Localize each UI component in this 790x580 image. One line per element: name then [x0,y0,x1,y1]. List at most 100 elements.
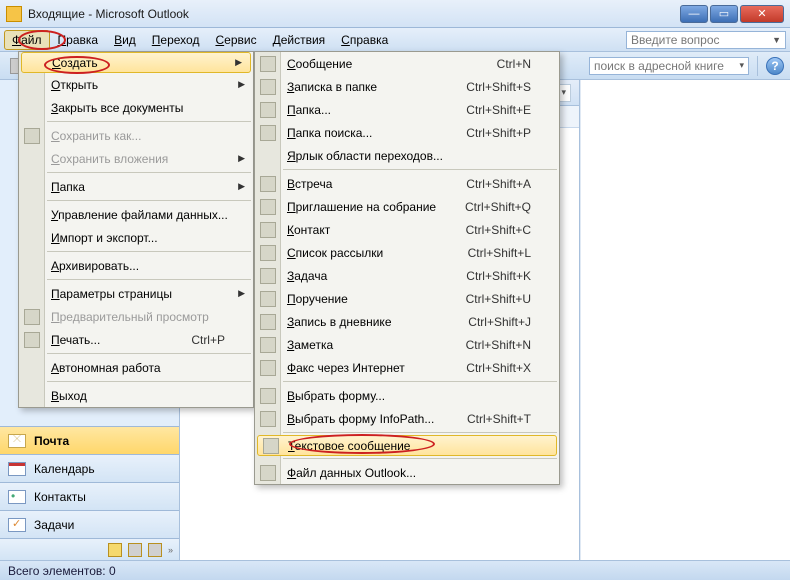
maximize-button[interactable]: ▭ [710,5,738,23]
file-menu-item-10[interactable]: Импорт и экспорт... [19,226,253,249]
menu-separator [47,381,251,382]
menu-item-label: Управление файлами данных... [51,208,228,222]
shortcuts-icon[interactable] [148,543,162,557]
menu-item-shortcut: Ctrl+Shift+C [446,223,531,237]
create-menu-item-17[interactable]: Выбрать форму InfoPath...Ctrl+Shift+T [255,407,559,430]
create-menu-item-4[interactable]: Ярлык области переходов... [255,144,559,167]
nav-calendar[interactable]: Календарь [0,454,179,482]
menu-item-label: Выход [51,389,87,403]
statusbar: Всего элементов: 0 [0,560,790,580]
create-menu-item-21[interactable]: Файл данных Outlook... [255,461,559,484]
menu-item-icon [24,332,40,348]
file-menu-item-0[interactable]: Создать▶ [21,52,251,73]
create-menu-item-19[interactable]: Текстовое сообщение [257,435,557,456]
minimize-button[interactable]: — [680,5,708,23]
file-menu-item-12[interactable]: Архивировать... [19,254,253,277]
menu-item-label: Папка... [287,103,331,117]
menu-item-shortcut: Ctrl+Shift+U [446,292,531,306]
file-menu-item-2[interactable]: Закрыть все документы [19,96,253,119]
submenu-arrow-icon: ▶ [235,57,242,68]
help-button[interactable]: ? [766,57,784,75]
submenu-arrow-icon: ▶ [238,79,245,90]
chevron-icon[interactable]: » [168,545,173,555]
menu-item-label: Заметка [287,338,333,352]
menu-item-label: Папка [51,180,85,194]
create-menu-item-9[interactable]: Список рассылкиCtrl+Shift+L [255,241,559,264]
menu-item-label: Запись в дневнике [287,315,392,329]
menu-справка[interactable]: Справка [333,30,396,50]
menu-item-icon [24,128,40,144]
menu-item-label: Печать... [51,333,100,347]
create-menu-item-16[interactable]: Выбрать форму... [255,384,559,407]
menu-item-icon [260,291,276,307]
notes-icon[interactable] [108,543,122,557]
menu-item-icon [260,411,276,427]
menu-separator [47,279,251,280]
menu-правка[interactable]: Правка [50,30,107,50]
question-box[interactable]: Введите вопрос ▼ [626,31,786,49]
menu-item-label: Приглашение на собрание [287,200,436,214]
status-text: Всего элементов: 0 [8,564,116,578]
menu-item-label: Сохранить вложения [51,152,168,166]
menu-separator [47,251,251,252]
menu-item-label: Сообщение [287,57,352,71]
submenu-arrow-icon: ▶ [238,288,245,299]
nav-contacts[interactable]: Контакты [0,482,179,510]
nav-mail[interactable]: Почта [0,426,179,454]
menu-действия[interactable]: Действия [265,30,334,50]
file-menu-item-18[interactable]: Автономная работа [19,356,253,379]
nav-mini-strip: » [0,538,179,560]
submenu-arrow-icon: ▶ [238,181,245,192]
menu-item-icon [260,102,276,118]
menu-переход[interactable]: Переход [144,30,208,50]
menu-item-label: Выбрать форму... [287,389,385,403]
menu-item-icon [260,337,276,353]
menu-item-label: Поручение [287,292,348,306]
create-menu-item-7[interactable]: Приглашение на собраниеCtrl+Shift+Q [255,195,559,218]
create-menu-item-10[interactable]: ЗадачаCtrl+Shift+K [255,264,559,287]
folder-list-icon[interactable] [128,543,142,557]
nav-tasks[interactable]: Задачи [0,510,179,538]
close-button[interactable]: ✕ [740,5,784,23]
file-menu-item-15: Предварительный просмотр [19,305,253,328]
submenu-arrow-icon: ▶ [238,153,245,164]
menu-separator [283,432,557,433]
file-menu-item-16[interactable]: Печать...Ctrl+P [19,328,253,351]
create-menu-item-2[interactable]: Папка... Ctrl+Shift+E [255,98,559,121]
nav-tasks-label: Задачи [34,518,74,532]
create-menu-item-12[interactable]: Запись в дневникеCtrl+Shift+J [255,310,559,333]
create-menu-item-14[interactable]: Факс через ИнтернетCtrl+Shift+X [255,356,559,379]
submenu-create: СообщениеCtrl+NЗаписка в папкеCtrl+Shift… [254,51,560,485]
file-menu-item-9[interactable]: Управление файлами данных... [19,203,253,226]
menu-item-label: Файл данных Outlook... [287,466,416,480]
menu-item-shortcut: Ctrl+Shift+T [447,412,531,426]
question-placeholder: Введите вопрос [631,33,720,47]
menu-item-shortcut: Ctrl+Shift+E [446,103,531,117]
create-menu-item-11[interactable]: Поручение Ctrl+Shift+U [255,287,559,310]
file-menu-item-14[interactable]: Параметры страницы▶ [19,282,253,305]
menu-вид[interactable]: Вид [106,30,144,50]
create-menu-item-13[interactable]: ЗаметкаCtrl+Shift+N [255,333,559,356]
file-menu-item-20[interactable]: Выход [19,384,253,407]
file-menu-item-1[interactable]: Открыть▶ [19,73,253,96]
menu-item-icon [260,199,276,215]
menu-item-icon [260,56,276,72]
create-menu-item-8[interactable]: КонтактCtrl+Shift+C [255,218,559,241]
create-menu-item-3[interactable]: Папка поиска...Ctrl+Shift+P [255,121,559,144]
create-menu-item-0[interactable]: СообщениеCtrl+N [255,52,559,75]
menu-item-label: Список рассылки [287,246,383,260]
address-book-search[interactable]: поиск в адресной книге ▾ [589,57,749,75]
menu-item-label: Факс через Интернет [287,361,405,375]
window-title: Входящие - Microsoft Outlook [28,7,680,21]
menu-separator [47,121,251,122]
menu-separator [283,169,557,170]
menu-item-label: Задача [287,269,327,283]
menu-файл[interactable]: Файл [4,30,50,50]
menu-сервис[interactable]: Сервис [207,30,264,50]
file-menu-item-7[interactable]: Папка ▶ [19,175,253,198]
nav-contacts-label: Контакты [34,490,86,504]
reading-pane [580,80,790,560]
create-menu-item-6[interactable]: ВстречаCtrl+Shift+A [255,172,559,195]
create-menu-item-1[interactable]: Записка в папкеCtrl+Shift+S [255,75,559,98]
menu-item-label: Автономная работа [51,361,161,375]
